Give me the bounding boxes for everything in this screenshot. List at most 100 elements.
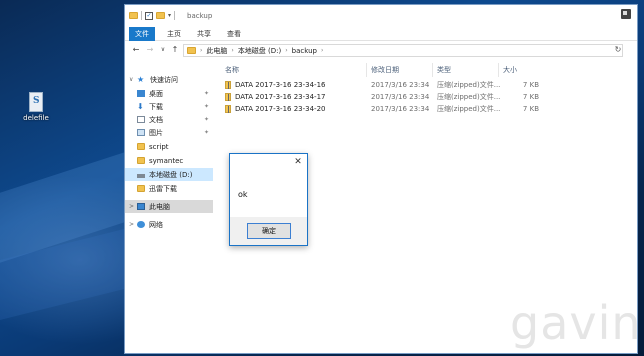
chevron-right-icon: › — [200, 47, 203, 54]
file-list-header: 名称 修改日期 类型 大小 — [221, 63, 551, 77]
pin-icon: ✦ — [203, 129, 209, 136]
file-size: 7 KB — [522, 93, 539, 101]
document-icon — [137, 116, 145, 123]
sidebar-item-network[interactable]: > 网络 — [125, 218, 213, 231]
file-modified: 2017/3/16 23:34 — [371, 93, 430, 101]
sidebar-item-script[interactable]: script — [125, 140, 213, 153]
address-bar[interactable]: › 此电脑 › 本地磁盘 (D:) › backup › — [183, 44, 623, 57]
pin-icon: ✦ — [203, 90, 209, 97]
pc-icon — [137, 203, 145, 210]
toolbar-separator — [174, 11, 176, 20]
chevron-down-icon[interactable]: ∨ — [129, 76, 137, 83]
file-row[interactable]: DATA 2017-3-16 23-34-20 2017/3/16 23:34 … — [221, 103, 551, 115]
close-icon[interactable]: ✕ — [293, 157, 303, 167]
file-name: DATA 2017-3-16 23-34-17 — [235, 93, 326, 101]
sidebar-item-label: 图片 — [149, 128, 163, 137]
column-header-type[interactable]: 类型 — [433, 63, 499, 77]
sidebar-item-this-pc[interactable]: > 此电脑 — [125, 200, 213, 213]
properties-icon[interactable]: ✓ — [145, 11, 153, 20]
chevron-right-icon[interactable]: › — [231, 47, 233, 54]
sidebar-item-label: 桌面 — [149, 89, 163, 98]
sidebar-item-documents[interactable]: 文档 ✦ — [125, 113, 213, 126]
file-row[interactable]: DATA 2017-3-16 23-34-17 2017/3/16 23:34 … — [221, 91, 551, 103]
column-header-size[interactable]: 大小 — [499, 63, 539, 77]
customize-toolbar-icon[interactable]: ▾ — [168, 12, 171, 19]
sidebar-item-symantec[interactable]: symantec — [125, 154, 213, 167]
refresh-icon[interactable]: ↻ — [613, 45, 623, 55]
sidebar-item-label: 下载 — [149, 102, 163, 111]
picture-icon — [137, 129, 145, 136]
sidebar-item-local-disk[interactable]: 本地磁盘 (D:) — [125, 168, 213, 181]
folder-icon — [137, 157, 145, 164]
sidebar-item-label: 网络 — [149, 220, 163, 229]
sidebar-item-label: 迅雷下载 — [149, 184, 177, 193]
sidebar-item-desktop[interactable]: 桌面 ✦ — [125, 87, 213, 100]
navigation-pane: ∨ ★ 快速访问 桌面 ✦ ⬇ 下载 ✦ 文档 ✦ 图片 ✦ script sy… — [125, 61, 217, 353]
sidebar-item-downloads[interactable]: ⬇ 下载 ✦ — [125, 100, 213, 113]
folder-icon — [129, 12, 138, 19]
chevron-right-icon[interactable]: › — [285, 47, 287, 54]
desktop-icon — [137, 90, 145, 97]
script-file-icon — [29, 92, 43, 112]
sidebar-item-quick-access[interactable]: ∨ ★ 快速访问 — [125, 73, 213, 86]
pin-icon: ✦ — [203, 103, 209, 110]
tab-view[interactable]: 查看 — [221, 27, 247, 41]
forward-arrow-icon[interactable]: → — [145, 44, 155, 56]
folder-icon — [137, 143, 145, 150]
breadcrumb-backup[interactable]: backup — [292, 47, 317, 55]
ribbon-tabs: 文件 主页 共享 查看 — [125, 27, 637, 41]
file-name: DATA 2017-3-16 23-34-20 — [235, 105, 326, 113]
zip-file-icon — [225, 93, 231, 101]
sidebar-item-xunlei-downloads[interactable]: 迅雷下载 — [125, 182, 213, 195]
toolbar-separator — [141, 11, 142, 20]
file-type: 压缩(zipped)文件... — [437, 81, 501, 89]
title-bar: ✓ ▾ backup — [125, 5, 637, 27]
file-type: 压缩(zipped)文件... — [437, 105, 501, 113]
breadcrumb-local-disk[interactable]: 本地磁盘 (D:) — [238, 46, 281, 56]
file-list: DATA 2017-3-16 23-34-16 2017/3/16 23:34 … — [221, 79, 551, 115]
back-arrow-icon[interactable]: ← — [131, 44, 141, 56]
folder-icon — [137, 185, 145, 192]
new-folder-icon[interactable] — [156, 12, 165, 19]
column-header-name[interactable]: 名称 — [221, 63, 367, 77]
file-size: 7 KB — [522, 81, 539, 89]
zip-file-icon — [225, 81, 231, 89]
sidebar-item-label: 此电脑 — [149, 202, 170, 211]
file-type: 压缩(zipped)文件... — [437, 93, 501, 101]
window-menu-icon[interactable] — [621, 9, 631, 19]
up-arrow-icon[interactable]: ↑ — [170, 44, 180, 56]
desktop-shortcut-label: delefile — [23, 114, 49, 122]
file-modified: 2017/3/16 23:34 — [371, 81, 430, 89]
chevron-right-icon[interactable]: > — [129, 203, 137, 210]
file-modified: 2017/3/16 23:34 — [371, 105, 430, 113]
file-name: DATA 2017-3-16 23-34-16 — [235, 81, 326, 89]
pin-icon: ✦ — [203, 116, 209, 123]
message-dialog: ✕ ok 确定 — [229, 153, 308, 246]
folder-icon — [187, 47, 196, 54]
sidebar-item-label: 快速访问 — [150, 75, 178, 84]
desktop-shortcut-delefile[interactable]: delefile — [18, 92, 54, 122]
network-icon — [137, 221, 145, 228]
sidebar-item-pictures[interactable]: 图片 ✦ — [125, 126, 213, 139]
star-icon: ★ — [137, 75, 145, 84]
column-header-modified[interactable]: 修改日期 — [367, 63, 433, 77]
tab-share[interactable]: 共享 — [191, 27, 217, 41]
chevron-right-icon[interactable]: › — [321, 47, 323, 54]
drive-icon — [137, 173, 145, 178]
tab-home[interactable]: 主页 — [161, 27, 187, 41]
sidebar-item-label: symantec — [149, 156, 184, 165]
file-row[interactable]: DATA 2017-3-16 23-34-16 2017/3/16 23:34 … — [221, 79, 551, 91]
chevron-right-icon[interactable]: > — [129, 221, 137, 228]
address-row: ← → ∨ ↑ › 此电脑 › 本地磁盘 (D:) › backup › ↻ — [125, 41, 637, 59]
download-icon: ⬇ — [137, 102, 144, 111]
file-size: 7 KB — [522, 105, 539, 113]
quick-access-toolbar: ✓ ▾ — [129, 11, 176, 20]
ok-button[interactable]: 确定 — [247, 223, 291, 239]
recent-locations-icon[interactable]: ∨ — [158, 44, 168, 56]
sidebar-item-label: 文档 — [149, 115, 163, 124]
tab-file[interactable]: 文件 — [129, 27, 155, 41]
watermark: gavin — [510, 296, 642, 350]
breadcrumb-this-pc[interactable]: 此电脑 — [206, 46, 227, 56]
dialog-footer: 确定 — [230, 217, 307, 245]
sidebar-item-label: 本地磁盘 (D:) — [149, 170, 193, 179]
